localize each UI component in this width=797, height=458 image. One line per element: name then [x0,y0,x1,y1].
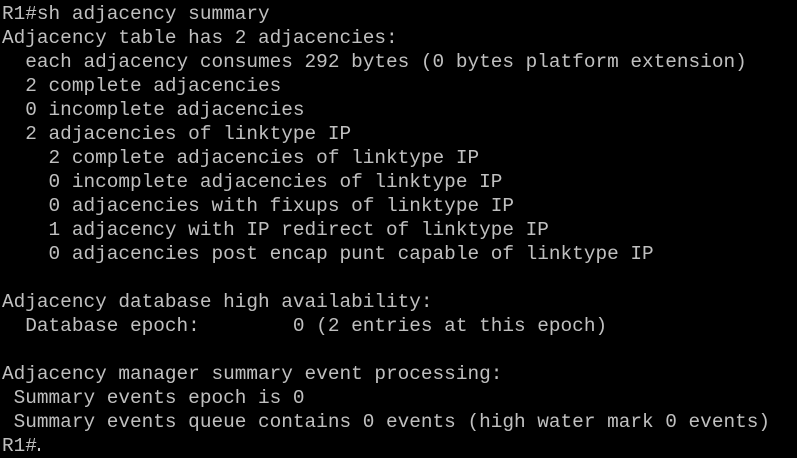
command-line: R1#sh adjacency summary [2,3,270,25]
output-line: 1 adjacency with IP redirect of linktype… [2,219,549,241]
output-line: Summary events epoch is 0 [2,387,305,409]
output-line: 0 incomplete adjacencies of linktype IP [2,171,503,193]
output-line: 0 adjacencies with fixups of linktype IP [2,195,514,217]
output-line: Adjacency table has 2 adjacencies: [2,27,398,49]
output-line: 2 complete adjacencies [2,75,282,97]
terminal-window[interactable]: R1#sh adjacency summary Adjacency table … [0,0,797,457]
output-line: Adjacency manager summary event processi… [2,363,503,385]
prompt-text: R1# [2,435,37,457]
output-line: Database epoch: 0 (2 entries at this epo… [2,315,608,337]
output-line: 0 incomplete adjacencies [2,99,305,121]
output-line: 2 adjacencies of linktype IP [2,123,352,145]
output-line: each adjacency consumes 292 bytes (0 byt… [2,51,747,73]
output-line: 2 complete adjacencies of linktype IP [2,147,480,169]
prompt-line[interactable]: R1# [2,434,797,458]
output-line: Summary events queue contains 0 events (… [2,411,770,433]
output-line: Adjacency database high availability: [2,291,433,313]
output-line: 0 adjacencies post encap punt capable of… [2,243,654,265]
text-cursor [37,448,40,451]
